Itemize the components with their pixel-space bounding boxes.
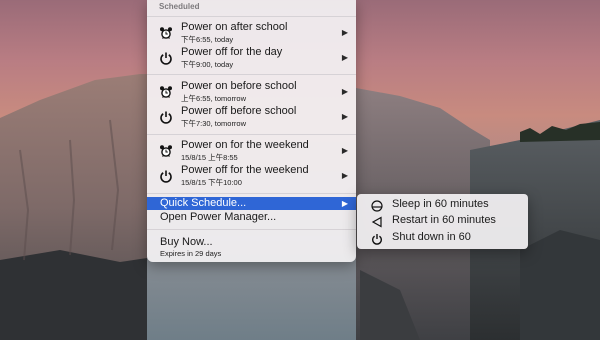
- submenu-arrow-icon: ▶: [341, 53, 348, 62]
- restart-label: Restart in 60 minutes: [392, 214, 496, 226]
- schedule-time: 下午7:30, tomorrow: [181, 119, 247, 128]
- power-icon: [159, 110, 173, 124]
- power-icon: [371, 232, 383, 245]
- quick-schedule-item[interactable]: Quick Schedule... ▶: [147, 197, 356, 210]
- submenu-arrow-icon: ▶: [341, 199, 348, 208]
- schedule-item-power-off-for-the-weekend[interactable]: Power off for the weekend 15/8/15 下午10:0…: [147, 163, 356, 188]
- menu-separator: [147, 134, 356, 135]
- menu-separator: [147, 229, 356, 230]
- schedule-time: 15/8/15 下午10:00: [181, 178, 242, 187]
- scheduled-header: Scheduled: [159, 2, 200, 11]
- alarm-clock-icon: [159, 144, 173, 158]
- alarm-clock-icon: [159, 26, 173, 40]
- schedule-time: 上午6:55, tomorrow: [181, 94, 247, 103]
- schedule-title: Power on for the weekend: [181, 139, 309, 151]
- schedule-item-power-off-before-school[interactable]: Power off before school 下午7:30, tomorrow…: [147, 104, 356, 129]
- sleep-label: Sleep in 60 minutes: [392, 198, 489, 210]
- power-manager-menu: Scheduled Power on after school 下午6:55, …: [147, 0, 356, 262]
- submenu-arrow-icon: ▶: [341, 112, 348, 121]
- restart-icon: [371, 215, 383, 228]
- schedule-time: 下午9:00, today: [181, 60, 234, 69]
- schedule-item-power-on-before-school[interactable]: Power on before school 上午6:55, tomorrow …: [147, 79, 356, 104]
- schedule-title: Power off before school: [181, 105, 297, 117]
- sleep-in-60-minutes-item[interactable]: Sleep in 60 minutes: [357, 197, 528, 213]
- buy-now-item[interactable]: Buy Now...: [160, 236, 213, 248]
- open-power-manager-item[interactable]: Open Power Manager...: [147, 211, 356, 224]
- shut-down-in-60-item[interactable]: Shut down in 60: [357, 230, 528, 246]
- schedule-title: Power off for the day: [181, 46, 283, 58]
- schedule-time: 下午6:55, today: [181, 35, 234, 44]
- menu-separator: [147, 193, 356, 194]
- submenu-arrow-icon: ▶: [341, 28, 348, 37]
- schedule-title: Power on after school: [181, 21, 288, 33]
- schedule-item-power-on-after-school[interactable]: Power on after school 下午6:55, today ▶: [147, 20, 356, 45]
- schedule-title: Power off for the weekend: [181, 164, 309, 176]
- submenu-arrow-icon: ▶: [341, 171, 348, 180]
- submenu-arrow-icon: ▶: [341, 87, 348, 96]
- expiry-notice: Expires in 29 days: [160, 249, 222, 258]
- quick-schedule-label: Quick Schedule...: [160, 197, 247, 209]
- restart-in-60-minutes-item[interactable]: Restart in 60 minutes: [357, 213, 528, 229]
- power-icon: [159, 51, 173, 65]
- sleep-icon: [371, 199, 383, 212]
- power-icon: [159, 169, 173, 183]
- shut-down-label: Shut down in 60: [392, 231, 471, 243]
- menu-separator: [147, 74, 356, 75]
- schedule-time: 15/8/15 上午8:55: [181, 153, 238, 162]
- menu-separator: [147, 16, 356, 17]
- schedule-item-power-off-for-the-day[interactable]: Power off for the day 下午9:00, today ▶: [147, 45, 356, 70]
- quick-schedule-submenu: Sleep in 60 minutes Restart in 60 minute…: [357, 194, 528, 249]
- submenu-arrow-icon: ▶: [341, 146, 348, 155]
- alarm-clock-icon: [159, 85, 173, 99]
- schedule-item-power-on-for-the-weekend[interactable]: Power on for the weekend 15/8/15 上午8:55 …: [147, 138, 356, 163]
- schedule-title: Power on before school: [181, 80, 297, 92]
- open-power-manager-label: Open Power Manager...: [160, 211, 277, 223]
